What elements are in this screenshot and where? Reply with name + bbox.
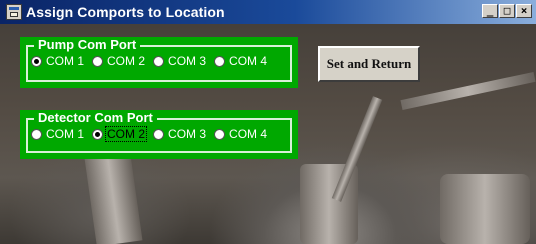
pump-radio-com4[interactable]: COM 4: [214, 54, 268, 68]
detector-radio-com4[interactable]: COM 4: [214, 127, 268, 141]
radio-icon[interactable]: [214, 55, 226, 67]
maximize-button[interactable]: □: [499, 4, 515, 18]
window-title: Assign Comports to Location: [26, 4, 225, 20]
assign-comports-window: Assign Comports to Location _ □ × Pump C…: [0, 0, 536, 244]
radio-label: COM 1: [46, 127, 85, 141]
set-and-return-button[interactable]: Set and Return: [318, 46, 420, 82]
pump-group-legend: Pump Com Port: [34, 37, 141, 52]
pump-radio-com2[interactable]: COM 2: [92, 54, 146, 68]
title-bar[interactable]: Assign Comports to Location _ □ ×: [0, 0, 536, 24]
pump-radio-row: COM 1 COM 2 COM 3 COM 4: [31, 54, 275, 68]
close-button[interactable]: ×: [516, 4, 532, 18]
detector-radio-com1[interactable]: COM 1: [31, 127, 85, 141]
radio-icon[interactable]: [153, 55, 165, 67]
app-icon[interactable]: [6, 4, 22, 20]
detector-radio-com2[interactable]: COM 2: [92, 126, 148, 142]
pump-com-port-group: Pump Com Port COM 1 COM 2 COM 3 COM 4: [20, 37, 298, 88]
window-controls: _ □ ×: [481, 4, 532, 18]
radio-label: COM 2: [107, 54, 146, 68]
detector-radio-com3[interactable]: COM 3: [153, 127, 207, 141]
radio-icon[interactable]: [214, 128, 226, 140]
pump-radio-com1[interactable]: COM 1: [31, 54, 85, 68]
radio-label: COM 1: [46, 54, 85, 68]
radio-icon[interactable]: [31, 128, 42, 140]
radio-label: COM 4: [229, 54, 268, 68]
minimize-button[interactable]: _: [482, 4, 498, 18]
background-tube: [400, 71, 536, 111]
detector-radio-row: COM 1 COM 2 COM 3 COM 4: [31, 126, 275, 142]
pump-radio-com3[interactable]: COM 3: [153, 54, 207, 68]
detector-com-port-group: Detector Com Port COM 1 COM 2 COM 3 COM …: [20, 110, 298, 159]
radio-selected-icon[interactable]: [31, 55, 42, 67]
radio-selected-icon[interactable]: [92, 128, 104, 140]
detector-group-legend: Detector Com Port: [34, 110, 157, 125]
radio-label: COM 3: [168, 127, 207, 141]
radio-label: COM 3: [168, 54, 207, 68]
radio-label: COM 4: [229, 127, 268, 141]
background-fitting: [440, 174, 530, 244]
radio-label-focused: COM 2: [105, 126, 148, 142]
radio-icon[interactable]: [153, 128, 165, 140]
radio-icon[interactable]: [92, 55, 104, 67]
